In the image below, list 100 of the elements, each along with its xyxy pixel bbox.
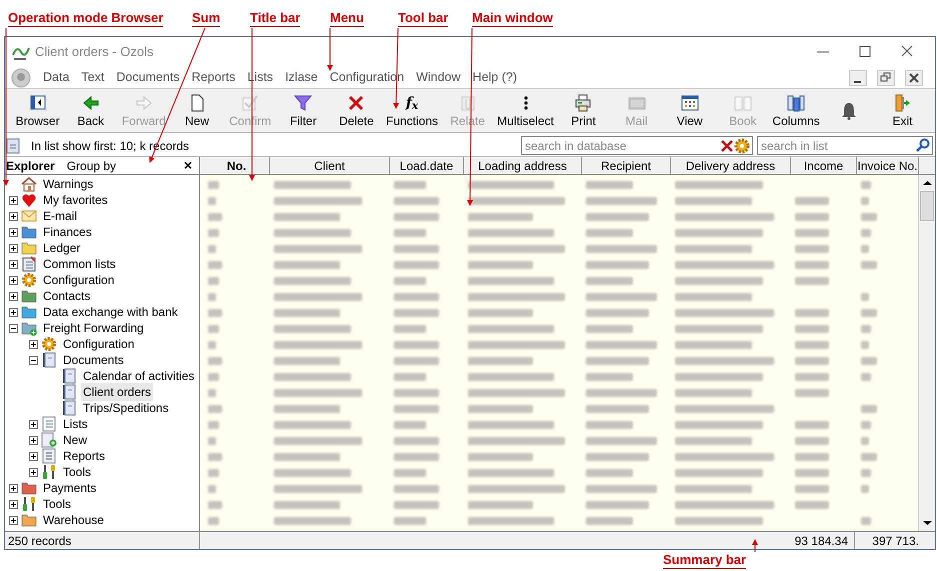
- explorer-tab[interactable]: Explorer: [6, 156, 55, 174]
- tree-item[interactable]: Documents: [61, 351, 126, 369]
- menu-item[interactable]: Text: [81, 68, 104, 87]
- column-header[interactable]: Delivery address: [671, 157, 791, 174]
- envelope-icon: [21, 208, 37, 224]
- browser-icon: [28, 94, 47, 112]
- expander-icon[interactable]: [9, 324, 18, 332]
- annotation-arrow: [752, 539, 758, 552]
- mdi-minimize-icon[interactable]: [849, 70, 867, 86]
- list-search-field[interactable]: search in list: [757, 136, 933, 155]
- expander-icon[interactable]: [9, 308, 18, 316]
- annotation-label: Tool bar: [398, 10, 448, 27]
- gear-icon[interactable]: [734, 138, 750, 154]
- tree-item[interactable]: Reports: [61, 447, 108, 465]
- expander-icon[interactable]: [9, 196, 18, 204]
- tree-item[interactable]: Warehouse: [41, 511, 106, 529]
- expander-icon[interactable]: [9, 276, 18, 284]
- notebook-icon: [21, 256, 37, 272]
- vertical-scrollbar[interactable]: [918, 175, 935, 531]
- expander-icon[interactable]: [9, 260, 18, 268]
- toolbar-button[interactable]: Multiselect: [494, 89, 557, 132]
- tree-item[interactable]: Lists: [61, 415, 90, 433]
- filter-icon: [294, 94, 312, 112]
- toolbar-button[interactable]: Filter: [276, 89, 330, 132]
- toolbar-button[interactable]: View: [663, 89, 716, 132]
- toolbar-button[interactable]: Columns: [769, 89, 823, 132]
- column-header[interactable]: Client: [270, 157, 390, 174]
- tree-item[interactable]: Data exchange with bank: [41, 303, 180, 321]
- tree-item[interactable]: Tools: [41, 495, 74, 513]
- tree-item[interactable]: Calendar of activities: [81, 367, 196, 385]
- toolbar-button[interactable]: f$_{x}$ Functions: [382, 89, 442, 132]
- tree-item[interactable]: Contacts: [41, 287, 92, 305]
- column-header[interactable]: Recipient: [582, 157, 671, 174]
- expander-icon[interactable]: [9, 212, 18, 220]
- clear-icon[interactable]: [720, 139, 734, 153]
- printer-icon: [574, 94, 592, 112]
- expander-icon[interactable]: [29, 452, 38, 460]
- menu-item[interactable]: Documents: [116, 68, 180, 87]
- expander-icon[interactable]: [9, 516, 18, 524]
- tree-item[interactable]: Freight Forwarding: [41, 319, 146, 337]
- forward-arrow-icon: [134, 94, 153, 112]
- menu-item[interactable]: Help (?): [472, 68, 518, 87]
- vertical-dots-icon: [524, 96, 528, 110]
- tree-item[interactable]: Configuration: [61, 335, 136, 353]
- expander-icon[interactable]: [9, 228, 18, 236]
- expander-icon[interactable]: [29, 436, 38, 444]
- mdi-close-icon[interactable]: [905, 70, 923, 86]
- column-header[interactable]: Load.date: [390, 157, 464, 174]
- toolbar-button[interactable]: Browser: [11, 89, 64, 132]
- column-header[interactable]: No.: [204, 157, 270, 174]
- tree-item[interactable]: Client orders: [81, 383, 154, 401]
- annotation-label: Operation mode Browser: [8, 10, 164, 27]
- tree-item[interactable]: Finances: [41, 223, 94, 241]
- expander-icon[interactable]: [29, 420, 38, 428]
- toolbar-button[interactable]: Exit: [876, 89, 930, 132]
- annotation-label: Menu: [330, 10, 364, 27]
- menu-item[interactable]: Izlase: [285, 68, 318, 87]
- group-by-tab[interactable]: Group by: [66, 156, 184, 174]
- expander-icon[interactable]: [9, 244, 18, 252]
- column-header[interactable]: Loading address: [464, 157, 582, 174]
- menu-item[interactable]: Window: [416, 68, 461, 87]
- checkmark-icon: [241, 94, 260, 112]
- document-icon: [41, 352, 57, 368]
- mdi-restore-icon[interactable]: [877, 70, 895, 86]
- tree-item[interactable]: My favorites: [41, 191, 110, 209]
- expander-icon[interactable]: [29, 340, 38, 348]
- database-search-field[interactable]: search in database: [521, 136, 753, 155]
- annotation-label: Summary bar: [663, 552, 746, 569]
- tree-item[interactable]: Ledger: [41, 239, 82, 257]
- close-button[interactable]: ×: [184, 155, 192, 176]
- column-header[interactable]: Invoice No.: [857, 157, 919, 174]
- tree-item[interactable]: New: [61, 431, 90, 449]
- column-header[interactable]: Income: [791, 157, 857, 174]
- tree-item[interactable]: Payments: [41, 479, 98, 497]
- scrollbar-thumb[interactable]: [920, 191, 934, 221]
- search-icon[interactable]: [916, 138, 930, 152]
- function-icon: f$_{x}$: [406, 96, 418, 110]
- tree-item[interactable]: Common lists: [41, 255, 118, 273]
- expander-icon[interactable]: [9, 500, 18, 508]
- folder-plus-icon: [21, 320, 37, 336]
- menu-item[interactable]: Reports: [192, 68, 236, 87]
- tree-item[interactable]: Tools: [61, 463, 94, 481]
- paperclip-icon: [458, 94, 477, 112]
- menu-item[interactable]: Data: [43, 68, 70, 87]
- toolbar-button[interactable]: New: [170, 89, 224, 132]
- expander-icon[interactable]: [29, 356, 38, 364]
- delete-icon: [347, 94, 366, 112]
- expander-icon[interactable]: [9, 484, 18, 492]
- toolbar-button[interactable]: Delete: [330, 89, 383, 132]
- maximize-icon[interactable]: [857, 44, 873, 60]
- tree-item[interactable]: Warnings: [41, 175, 96, 193]
- heart-icon: [21, 192, 37, 208]
- tree-item[interactable]: E-mail: [41, 207, 80, 225]
- expander-icon[interactable]: [29, 468, 38, 476]
- toolbar-button[interactable]: Print: [556, 89, 610, 132]
- gear-icon: [21, 272, 37, 288]
- expander-icon[interactable]: [9, 292, 18, 300]
- toolbar-button[interactable]: Back: [64, 89, 118, 132]
- tree-item[interactable]: Trips/Speditions: [81, 399, 171, 417]
- tree-item[interactable]: Configuration: [41, 271, 116, 289]
